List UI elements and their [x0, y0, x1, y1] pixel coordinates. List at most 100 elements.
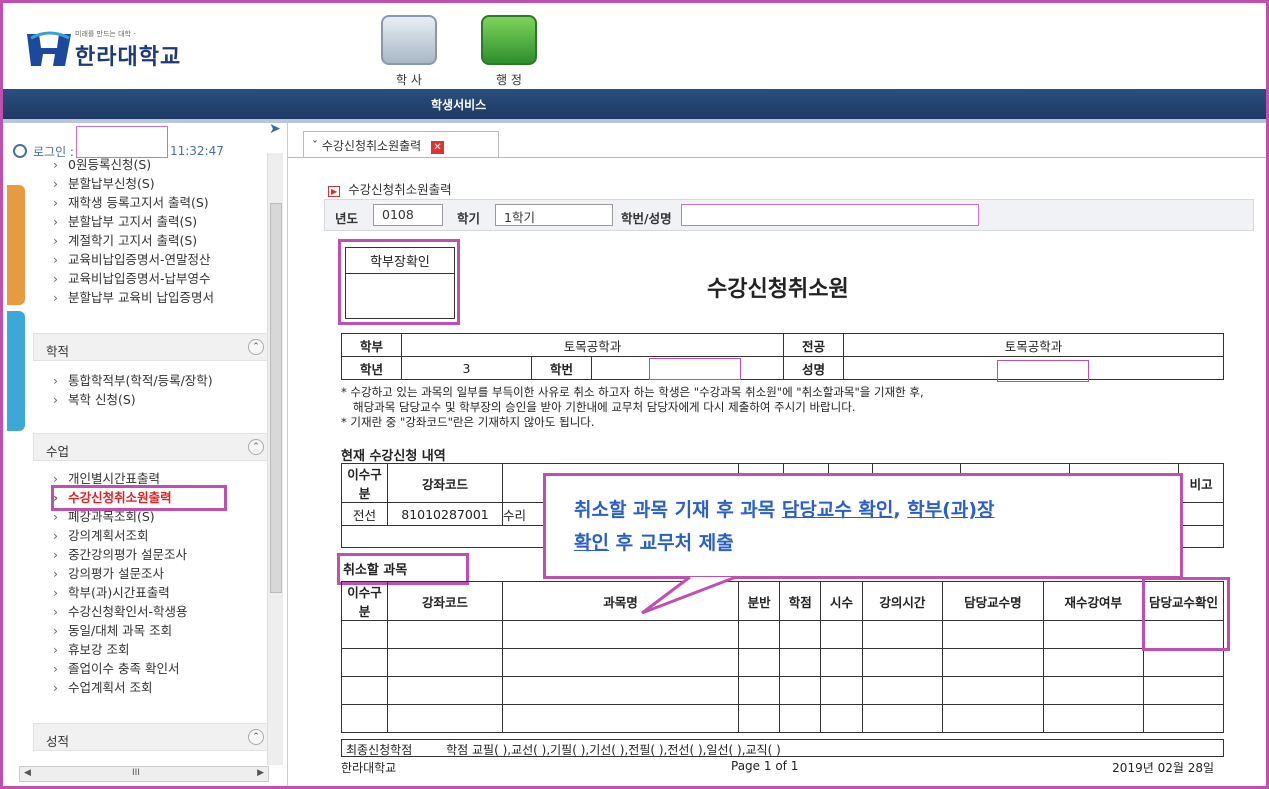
section-title: 성적	[46, 734, 70, 749]
list-item[interactable]: 동일/대체 과목 조회	[53, 621, 188, 640]
tab-label: 수강신청취소원출력	[321, 139, 422, 153]
halla-h-logo-icon	[25, 30, 75, 70]
section-title: 학적	[46, 344, 70, 359]
grade-value: 3	[401, 356, 532, 380]
student-id-redacted	[649, 358, 741, 380]
student-input[interactable]	[681, 204, 979, 226]
list-item[interactable]: 분할납부신청(S)	[53, 174, 214, 193]
table-header: 강좌코드	[387, 463, 503, 503]
sidebar-horizontal-scrollbar[interactable]: ◀ III ▶	[19, 766, 269, 782]
footer-date: 2019년 02월 28일	[1112, 761, 1214, 775]
list-item[interactable]: 0원등록신청(S)	[53, 155, 214, 174]
footer-school: 한라대학교	[341, 761, 397, 775]
list-item[interactable]: 휴보강 조회	[53, 640, 188, 659]
section-title: 수업	[46, 444, 70, 459]
current-title: 현재 수강신청 내역	[341, 449, 446, 464]
student-label: 학번/성명	[621, 211, 672, 226]
id-label: 학번	[531, 356, 592, 380]
footer-unit: 학점	[446, 743, 469, 757]
section-header-grades[interactable]: 성적 ⌃	[33, 723, 273, 751]
note-line: * 수강하고 있는 과목의 일부를 부득이한 사유로 취소 하고자 하는 학생은…	[341, 385, 924, 399]
table-header: 분반	[737, 581, 781, 621]
table-header: 재수강여부	[1042, 581, 1145, 621]
table-header: 이수구분	[341, 463, 388, 503]
callout-text: ,	[893, 499, 908, 521]
academic-list: 통합학적부(학적/등록/장학) 복학 신청(S)	[53, 371, 213, 409]
close-icon[interactable]: ✕	[431, 141, 445, 154]
tab-cancel-print[interactable]: ˇ 수강신청취소원출력 ✕	[303, 131, 499, 157]
collapse-icon[interactable]: ⌃	[248, 729, 264, 745]
year-input[interactable]: 0108	[373, 204, 443, 226]
menu-academic-label: 학 사	[396, 73, 422, 87]
table-header: 이수구분	[341, 581, 388, 621]
main-content: ˇ 수강신청취소원출력 ✕ 수강신청취소원출력 년도 0108 학기 1학기 학…	[288, 123, 1266, 786]
list-item[interactable]: 복학 신청(S)	[53, 390, 213, 409]
school-tagline: 미래를 만드는 대학 -	[75, 30, 136, 38]
login-user-redacted	[75, 126, 168, 158]
footer-categories: 교필( ),교선( ),기필( ),기선( ),전필( ),전선( ),일선( …	[472, 743, 781, 757]
list-item[interactable]: 졸업이수 충족 확인서	[53, 659, 188, 678]
list-item[interactable]: 교육비납입증명서-연말정산	[53, 250, 214, 269]
highlight-prof-confirm	[1142, 577, 1230, 651]
callout-link-prof: 담당교수 확인	[781, 499, 894, 521]
collapse-icon[interactable]: ⌃	[248, 439, 264, 455]
callout-link-confirm: 확인	[574, 532, 609, 554]
table-cell: 전선	[341, 502, 388, 526]
nav-bar: 학생서비스	[3, 89, 1266, 119]
list-item[interactable]: 학부(과)시간표출력	[53, 583, 188, 602]
nav-title[interactable]: 학생서비스	[431, 96, 486, 113]
callout-pointer	[641, 575, 737, 615]
collapse-icon[interactable]: ⌃	[248, 339, 264, 355]
menu-academic[interactable]: 학 사	[377, 15, 441, 88]
list-item[interactable]: 통합학적부(학적/등록/장학)	[53, 371, 213, 390]
list-item[interactable]: 중간강의평가 설문조사	[53, 545, 188, 564]
top-header: 미래를 만드는 대학 - 한라대학교 학 사 행 정	[3, 3, 1266, 89]
page-title: 수강신청취소원출력	[328, 179, 452, 198]
term-select[interactable]: 1학기	[495, 204, 613, 226]
list-item[interactable]: 강의계획서조회	[53, 526, 188, 545]
table-header: 시수	[820, 581, 863, 621]
side-tab-orange[interactable]	[7, 185, 25, 305]
book-coffee-icon	[481, 15, 537, 65]
list-item[interactable]: 교육비납입증명서-납부영수	[53, 269, 214, 288]
table-header: 학점	[779, 581, 822, 621]
tab-divider	[288, 157, 1266, 158]
section-header-class[interactable]: 수업 ⌃	[33, 433, 273, 461]
scroll-left-icon[interactable]: ◀	[24, 768, 31, 778]
school-logo[interactable]: 미래를 만드는 대학 - 한라대학교	[25, 29, 181, 71]
table-header: 담당교수명	[942, 581, 1044, 621]
filter-bar: 년도 0108 학기 1학기 학번/성명	[324, 199, 1254, 231]
document-title: 수강신청취소원	[707, 277, 849, 302]
section-header-academic[interactable]: 학적 ⌃	[33, 333, 273, 361]
list-item[interactable]: 재학생 등록고지서 출력(S)	[53, 193, 214, 212]
name-label: 성명	[783, 356, 844, 380]
side-tab-blue[interactable]	[7, 311, 25, 431]
footer-total-row: 최종신청학점 학점 교필( ),교선( ),기필( ),기선( ),전필( ),…	[341, 739, 1224, 757]
callout-link-dean: 학부(과)장	[907, 499, 995, 521]
info-table: 학부 토목공학과 전공 토목공학과 학년 3 학번 성명	[341, 333, 1224, 380]
table-cell: 81010287001	[387, 502, 503, 526]
pin-icon[interactable]: ➤	[269, 121, 281, 137]
list-item[interactable]: 강의평가 설문조사	[53, 564, 188, 583]
chevron-down-icon: ˇ	[312, 139, 318, 153]
scroll-grip[interactable]: III	[132, 768, 140, 778]
menu-admin[interactable]: 행 정	[477, 15, 541, 88]
footer-line: 한라대학교 Page 1 of 1 2019년 02월 28일	[341, 759, 1224, 776]
year-label: 년도	[335, 211, 359, 226]
scroll-thumb[interactable]	[270, 203, 282, 593]
list-item[interactable]: 수강신청확인서-학생용	[53, 602, 188, 621]
list-item[interactable]: 분할납부 고지서 출력(S)	[53, 212, 214, 231]
list-item[interactable]: 계절학기 고지서 출력(S)	[53, 231, 214, 250]
note-line: 해당과목 담당교수 및 학부장의 승인을 받아 기한내에 교무처 담당자에게 다…	[353, 400, 856, 414]
major-label: 전공	[783, 333, 844, 357]
dept-value: 토목공학과	[401, 333, 784, 357]
scroll-right-icon[interactable]: ▶	[257, 768, 264, 778]
table-header: 강좌코드	[387, 581, 503, 621]
highlight-approval	[338, 239, 460, 325]
student-name-redacted	[997, 360, 1089, 382]
note-line: * 기재란 중 "강좌코드"란은 기재하지 않아도 됩니다.	[341, 415, 595, 429]
sidebar-vertical-scrollbar[interactable]	[267, 153, 283, 765]
list-item[interactable]: 수업계획서 조회	[53, 678, 188, 697]
list-item[interactable]: 분할납부 교육비 납입증명서	[53, 288, 214, 307]
notes: * 수강하고 있는 과목의 일부를 부득이한 사유로 취소 하고자 하는 학생은…	[341, 385, 1231, 430]
